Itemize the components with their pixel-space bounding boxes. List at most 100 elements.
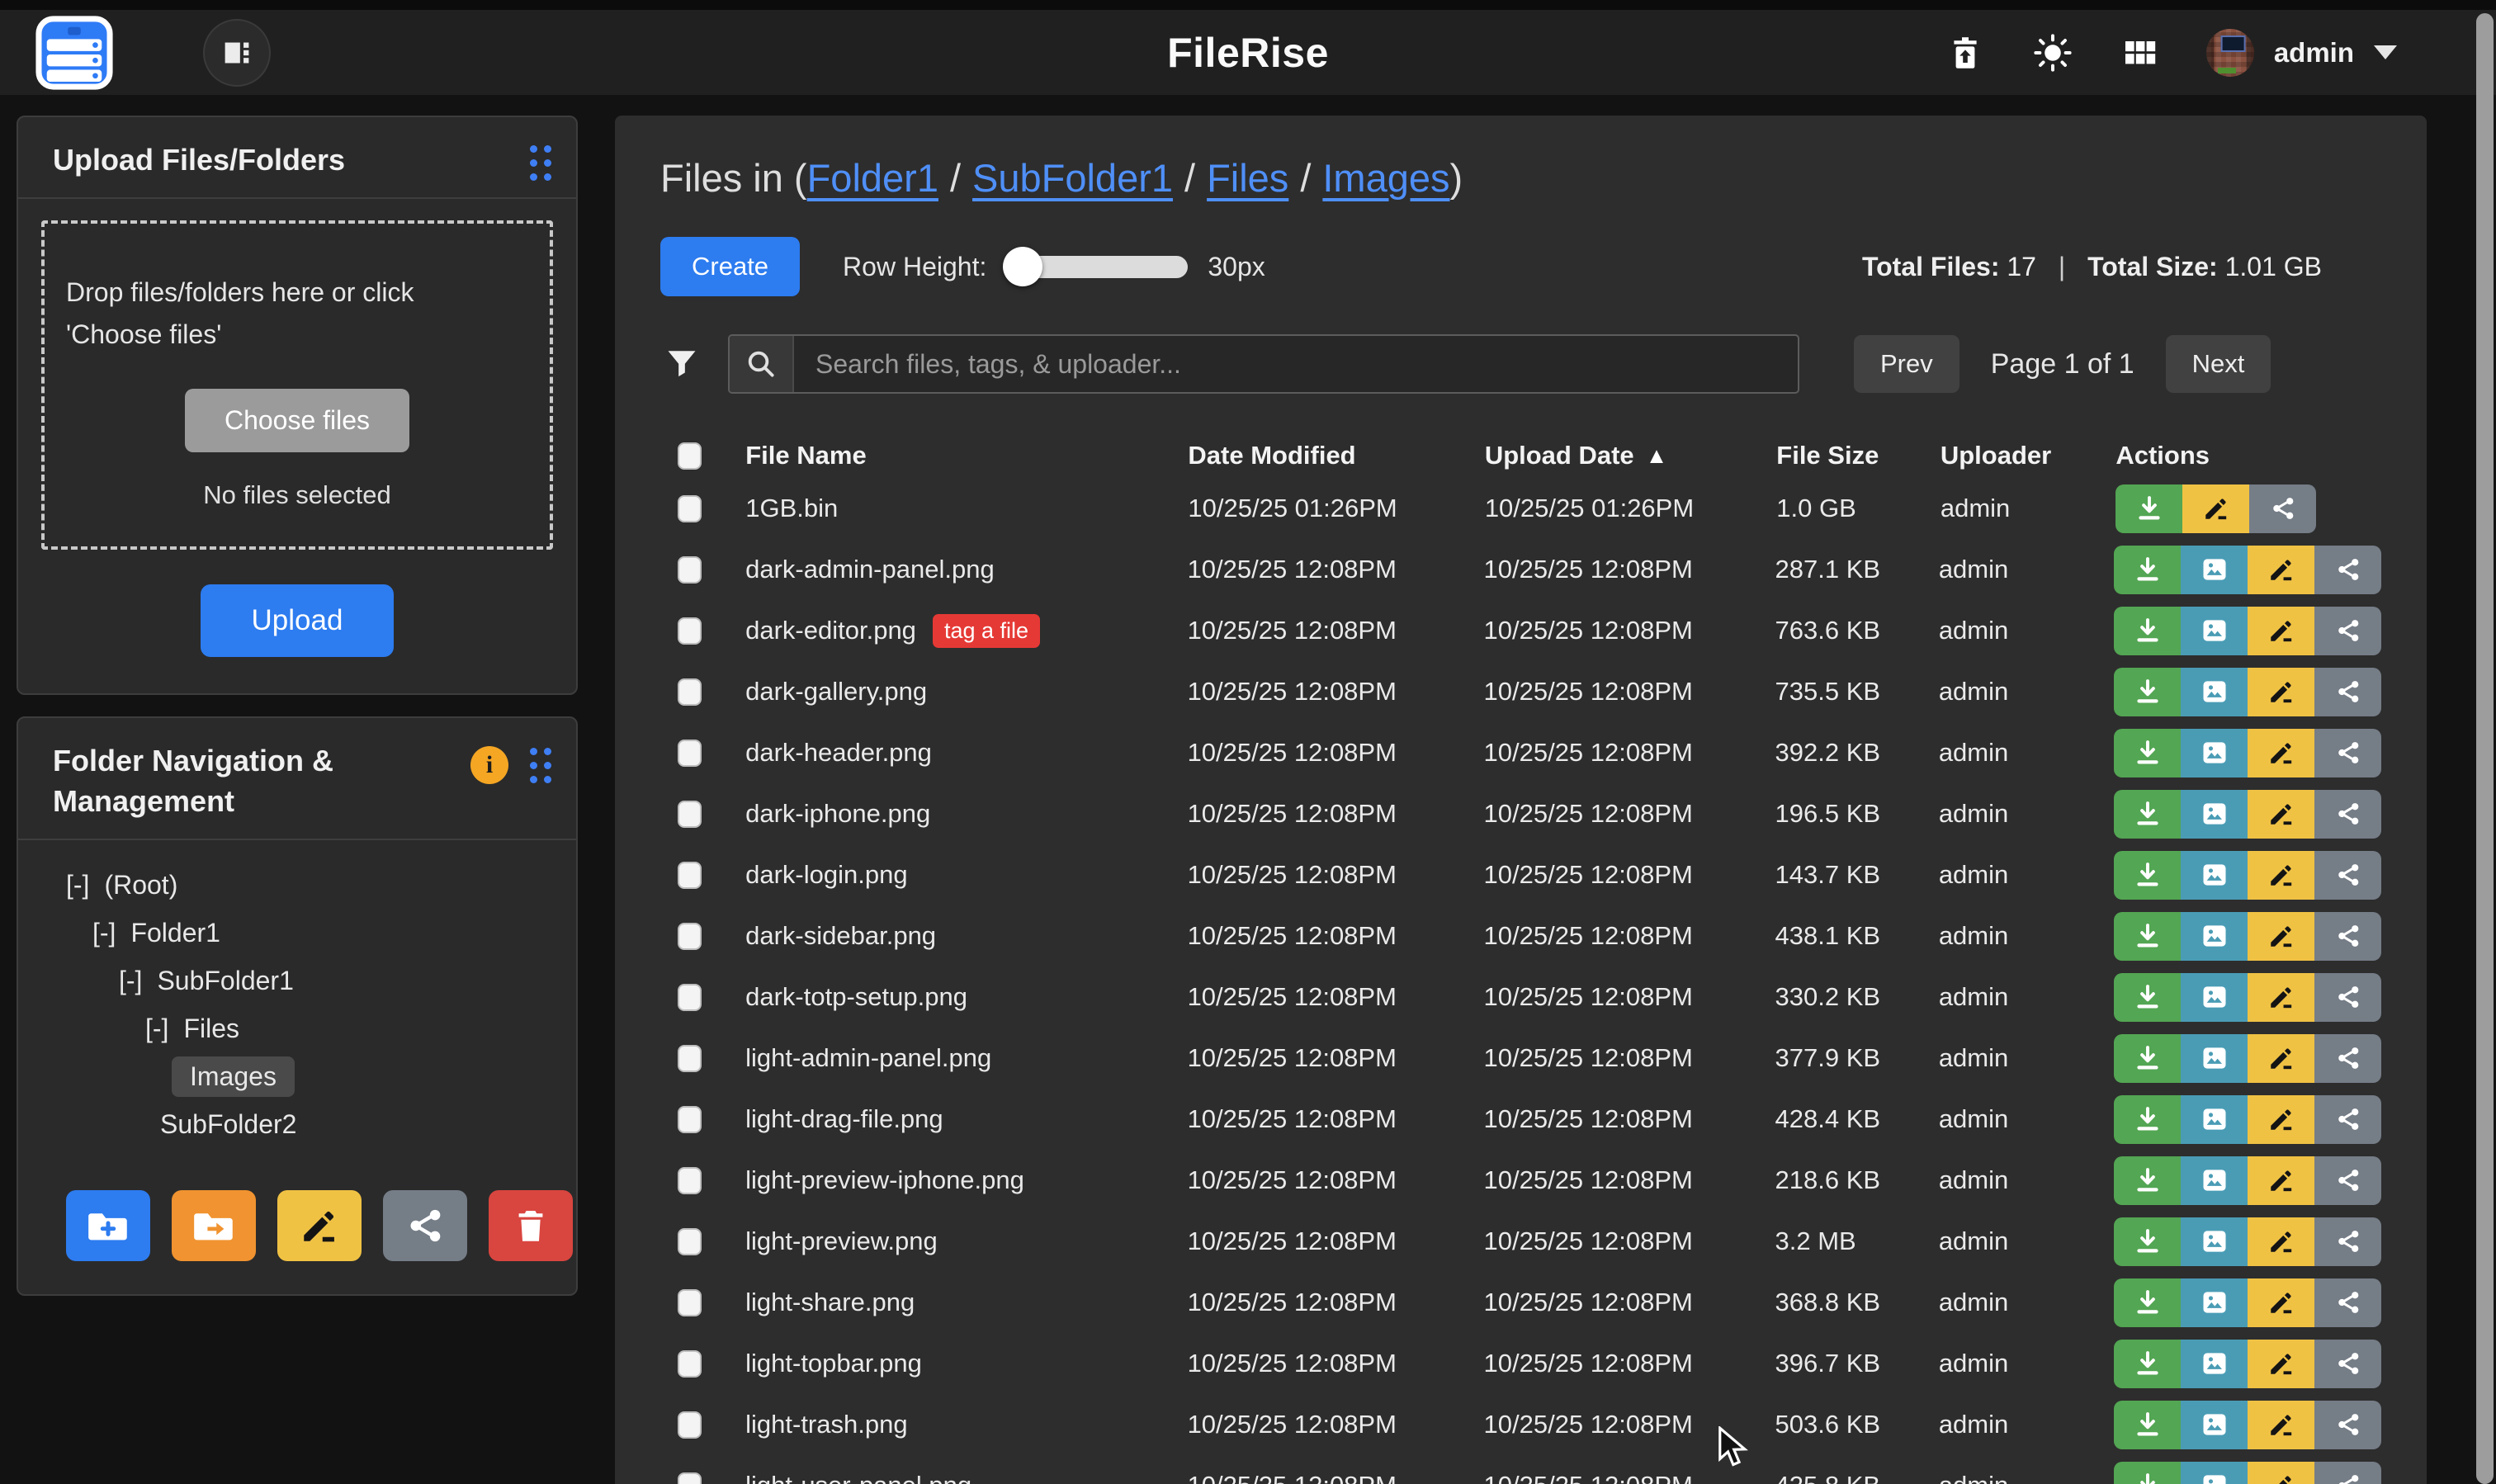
download-button[interactable] <box>2114 607 2181 655</box>
download-button[interactable] <box>2114 1217 2181 1266</box>
grid-view-button[interactable] <box>2119 31 2162 74</box>
file-name[interactable]: dark-sidebar.png <box>745 921 936 951</box>
download-button[interactable] <box>2114 1401 2181 1449</box>
download-button[interactable] <box>2114 668 2181 716</box>
create-folder-button[interactable] <box>66 1190 150 1261</box>
preview-image-button[interactable] <box>2181 1156 2248 1205</box>
tree-folder-label[interactable]: Folder1 <box>129 915 222 952</box>
share-button[interactable] <box>2314 546 2381 594</box>
file-name[interactable]: dark-admin-panel.png <box>745 555 995 584</box>
tree-toggle[interactable]: [-] <box>92 918 116 948</box>
trash-restore-button[interactable] <box>1944 31 1987 74</box>
select-all-checkbox[interactable] <box>678 442 702 470</box>
filerise-logo-icon[interactable] <box>35 16 114 90</box>
preview-image-button[interactable] <box>2181 729 2248 777</box>
file-name[interactable]: dark-header.png <box>745 738 932 768</box>
user-menu[interactable]: admin <box>2206 29 2397 77</box>
breadcrumb-link-folder1[interactable]: Folder1 <box>807 156 938 200</box>
edit-button[interactable] <box>2248 546 2314 594</box>
share-button[interactable] <box>2314 1156 2381 1205</box>
preview-image-button[interactable] <box>2181 1095 2248 1144</box>
file-row[interactable]: dark-sidebar.png 10/25/25 12:08PM 10/25/… <box>660 905 2381 966</box>
row-height-slider[interactable] <box>1008 256 1188 278</box>
preview-image-button[interactable] <box>2181 668 2248 716</box>
share-folder-button[interactable] <box>383 1190 467 1261</box>
edit-button[interactable] <box>2248 607 2314 655</box>
edit-button[interactable] <box>2248 1278 2314 1327</box>
folder-tree-item[interactable]: [-] SubFolder1 <box>66 957 551 1005</box>
edit-button[interactable] <box>2248 1156 2314 1205</box>
edit-button[interactable] <box>2248 1462 2314 1484</box>
sidebar-toggle-button[interactable] <box>203 19 271 87</box>
preview-image-button[interactable] <box>2181 1217 2248 1266</box>
download-button[interactable] <box>2114 790 2181 839</box>
download-button[interactable] <box>2114 1278 2181 1327</box>
share-button[interactable] <box>2314 607 2381 655</box>
row-checkbox[interactable] <box>678 495 702 522</box>
upload-button[interactable]: Upload <box>201 584 395 657</box>
preview-image-button[interactable] <box>2181 546 2248 594</box>
preview-image-button[interactable] <box>2181 1462 2248 1484</box>
breadcrumb-link-subfolder1[interactable]: SubFolder1 <box>972 156 1173 200</box>
file-row[interactable]: light-drag-file.png 10/25/25 12:08PM 10/… <box>660 1089 2381 1150</box>
row-checkbox[interactable] <box>678 1350 702 1378</box>
file-row[interactable]: light-share.png 10/25/25 12:08PM 10/25/2… <box>660 1272 2381 1333</box>
share-button[interactable] <box>2314 1340 2381 1388</box>
file-tag-badge[interactable]: tag a file <box>933 614 1040 648</box>
file-row[interactable]: dark-iphone.png 10/25/25 12:08PM 10/25/2… <box>660 783 2381 844</box>
row-checkbox[interactable] <box>678 1167 702 1194</box>
info-icon[interactable]: i <box>470 746 508 784</box>
edit-button[interactable] <box>2248 973 2314 1022</box>
filter-button[interactable] <box>660 343 703 385</box>
edit-button[interactable] <box>2182 484 2249 533</box>
tree-toggle[interactable]: [-] <box>145 1014 168 1044</box>
folder-tree-item[interactable]: Images <box>66 1053 551 1101</box>
share-button[interactable] <box>2314 1095 2381 1144</box>
download-button[interactable] <box>2114 546 2181 594</box>
file-row[interactable]: dark-header.png 10/25/25 12:08PM 10/25/2… <box>660 722 2381 783</box>
file-name[interactable]: light-share.png <box>745 1288 915 1317</box>
slider-thumb[interactable] <box>1003 247 1042 286</box>
preview-image-button[interactable] <box>2181 851 2248 900</box>
file-dropzone[interactable]: Drop files/folders here or click 'Choose… <box>41 220 553 550</box>
edit-button[interactable] <box>2248 1401 2314 1449</box>
file-name[interactable]: dark-gallery.png <box>745 677 927 707</box>
file-row[interactable]: light-trash.png 10/25/25 12:08PM 10/25/2… <box>660 1394 2381 1455</box>
row-checkbox[interactable] <box>678 801 702 828</box>
column-header-upload-date[interactable]: Upload Date ▲ <box>1485 441 1776 470</box>
download-button[interactable] <box>2114 912 2181 961</box>
file-row[interactable]: dark-login.png 10/25/25 12:08PM 10/25/25… <box>660 844 2381 905</box>
download-button[interactable] <box>2114 851 2181 900</box>
folder-tree-item[interactable]: SubFolder2 <box>66 1101 551 1149</box>
edit-button[interactable] <box>2248 1095 2314 1144</box>
share-button[interactable] <box>2314 1401 2381 1449</box>
share-button[interactable] <box>2314 973 2381 1022</box>
file-row[interactable]: light-preview.png 10/25/25 12:08PM 10/25… <box>660 1211 2381 1272</box>
preview-image-button[interactable] <box>2181 1034 2248 1083</box>
file-name[interactable]: dark-login.png <box>745 860 907 890</box>
share-button[interactable] <box>2314 1278 2381 1327</box>
download-button[interactable] <box>2114 729 2181 777</box>
row-checkbox[interactable] <box>678 740 702 767</box>
share-button[interactable] <box>2314 729 2381 777</box>
folder-tree-item[interactable]: [-] (Root) <box>66 862 551 910</box>
delete-folder-button[interactable] <box>489 1190 573 1261</box>
edit-button[interactable] <box>2248 851 2314 900</box>
download-button[interactable] <box>2114 1462 2181 1484</box>
edit-button[interactable] <box>2248 729 2314 777</box>
download-button[interactable] <box>2114 1340 2181 1388</box>
edit-button[interactable] <box>2248 1217 2314 1266</box>
tree-folder-label[interactable]: SubFolder2 <box>158 1106 298 1143</box>
download-button[interactable] <box>2114 1156 2181 1205</box>
file-name[interactable]: light-trash.png <box>745 1410 907 1439</box>
share-button[interactable] <box>2249 484 2316 533</box>
prev-page-button[interactable]: Prev <box>1854 335 1959 393</box>
file-row[interactable]: dark-editor.png tag a file 10/25/25 12:0… <box>660 600 2381 661</box>
share-button[interactable] <box>2314 851 2381 900</box>
create-button[interactable]: Create <box>660 237 800 296</box>
breadcrumb-link-images[interactable]: Images <box>1322 156 1449 200</box>
share-button[interactable] <box>2314 668 2381 716</box>
file-row[interactable]: 1GB.bin 10/25/25 01:26PM 10/25/25 01:26P… <box>660 478 2381 539</box>
preview-image-button[interactable] <box>2181 790 2248 839</box>
row-checkbox[interactable] <box>678 1411 702 1439</box>
